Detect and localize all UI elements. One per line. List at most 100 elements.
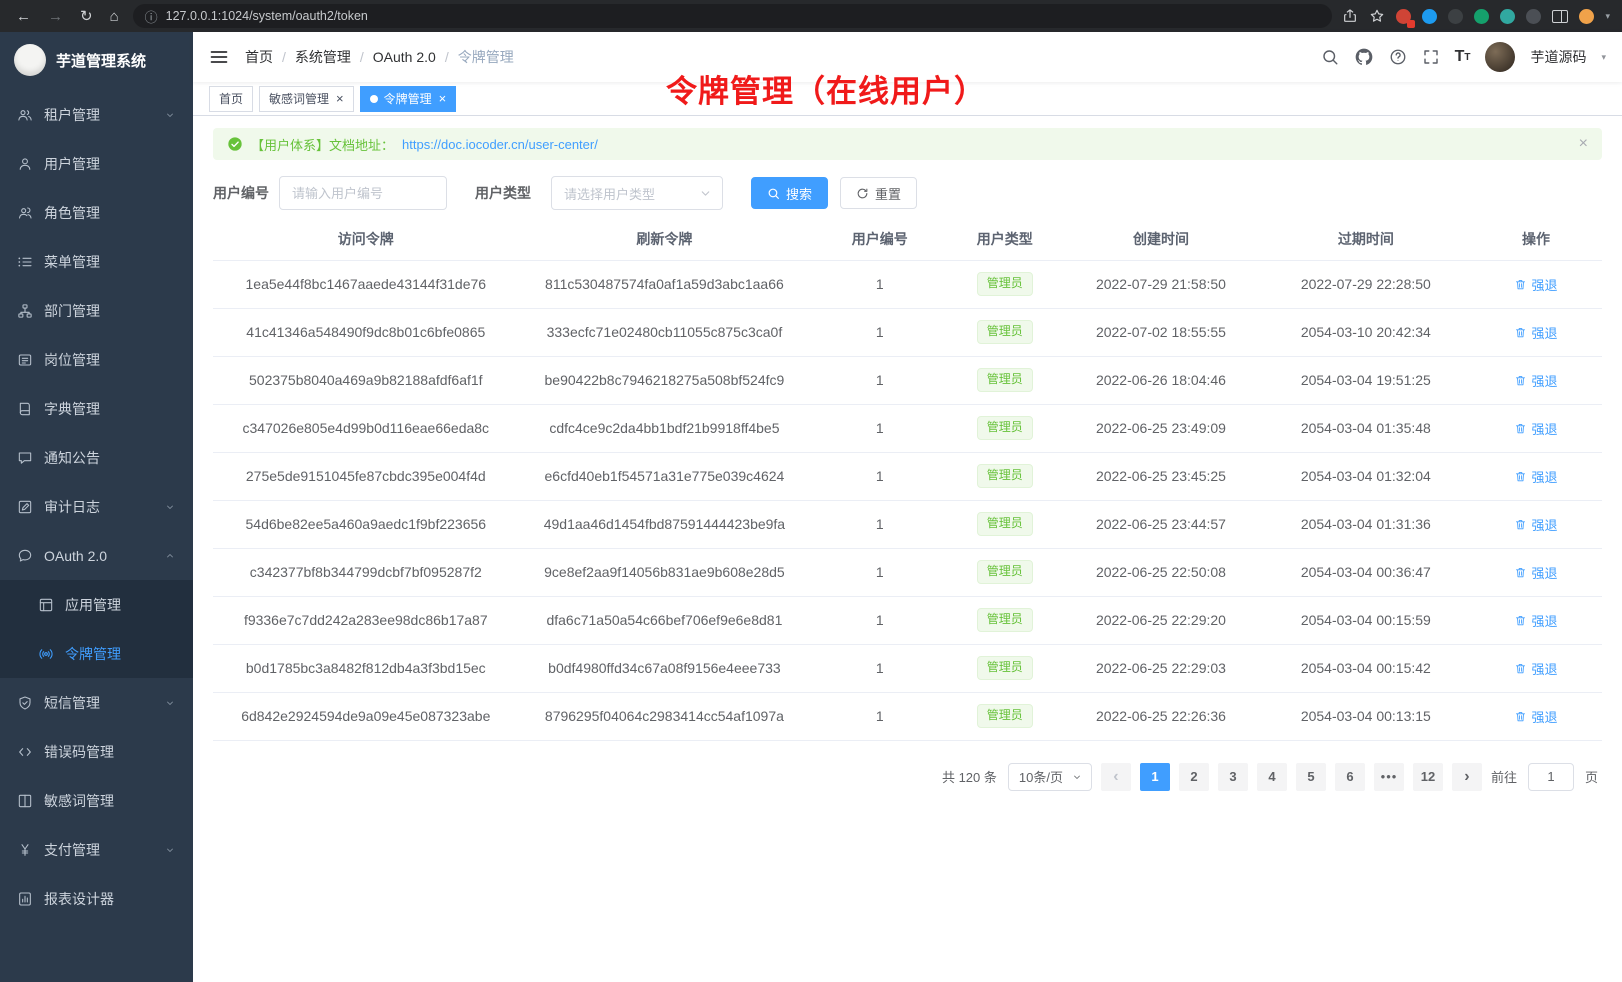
- breadcrumb-item-2[interactable]: OAuth 2.0: [373, 49, 436, 65]
- sidebar-item-11[interactable]: 令牌管理: [0, 629, 193, 678]
- sidebar-item-3[interactable]: 菜单管理: [0, 237, 193, 286]
- sidebar-item-10[interactable]: 应用管理: [0, 580, 193, 629]
- sidebar-item-6[interactable]: 字典管理: [0, 384, 193, 433]
- extension-icon-3[interactable]: [1448, 9, 1463, 24]
- extension-icon-4[interactable]: [1474, 9, 1489, 24]
- sidebar-item-12[interactable]: 短信管理: [0, 678, 193, 727]
- user-type-badge: 管理员: [977, 272, 1033, 296]
- breadcrumb-item-1[interactable]: 系统管理: [295, 47, 351, 67]
- sidebar-item-16[interactable]: 报表设计器: [0, 874, 193, 923]
- tab-close-icon[interactable]: ×: [335, 92, 344, 105]
- user-type-badge: 管理员: [977, 608, 1033, 632]
- force-logout-button[interactable]: 强退: [1514, 659, 1557, 678]
- extension-icon-5[interactable]: [1500, 9, 1515, 24]
- extension-icon-2[interactable]: [1422, 9, 1437, 24]
- sidebar-item-4[interactable]: 部门管理: [0, 286, 193, 335]
- user-id-cell: 1: [810, 308, 949, 356]
- sidebar-item-13[interactable]: 错误码管理: [0, 727, 193, 776]
- expire-time-cell: 2054-03-04 00:36:47: [1262, 548, 1470, 596]
- sidebar-item-14[interactable]: 敏感词管理: [0, 776, 193, 825]
- breadcrumb-item-3: 令牌管理: [458, 47, 514, 67]
- user-menu-caret-icon[interactable]: ▾: [1601, 52, 1606, 63]
- help-icon[interactable]: [1389, 48, 1407, 66]
- total-count: 共 120 条: [942, 767, 997, 786]
- user-id-input[interactable]: [279, 176, 447, 210]
- back-icon[interactable]: ←: [16, 9, 31, 24]
- font-size-icon[interactable]: TT: [1455, 48, 1471, 66]
- extension-icon-1[interactable]: [1396, 9, 1411, 24]
- user-type-select[interactable]: 请选择用户类型: [551, 176, 723, 210]
- search-button[interactable]: 搜索: [751, 177, 828, 209]
- role-icon: [17, 205, 33, 221]
- chevron-down-icon: [699, 187, 712, 200]
- tab-2[interactable]: 令牌管理×: [360, 86, 457, 112]
- alert-close-icon[interactable]: ×: [1579, 136, 1588, 152]
- alert-link[interactable]: https://doc.iocoder.cn/user-center/: [402, 137, 598, 152]
- page-button-6[interactable]: 6: [1335, 763, 1365, 791]
- profile-avatar-icon[interactable]: [1579, 9, 1594, 24]
- force-logout-button[interactable]: 强退: [1514, 323, 1557, 342]
- user-name[interactable]: 芋道源码: [1530, 47, 1586, 67]
- sidebar-item-9[interactable]: OAuth 2.0: [0, 531, 193, 580]
- force-logout-button[interactable]: 强退: [1514, 515, 1557, 534]
- sidebar-item-2[interactable]: 角色管理: [0, 188, 193, 237]
- user-id-cell: 1: [810, 260, 949, 308]
- sidebar-item-0[interactable]: 租户管理: [0, 90, 193, 139]
- force-logout-button[interactable]: 强退: [1514, 611, 1557, 630]
- browser-menu-caret-icon[interactable]: ▾: [1605, 11, 1610, 22]
- tab-1[interactable]: 敏感词管理×: [259, 86, 354, 112]
- token-table: 访问令牌刷新令牌用户编号用户类型创建时间过期时间操作 1ea5e44f8bc14…: [213, 218, 1602, 741]
- force-logout-button[interactable]: 强退: [1514, 275, 1557, 294]
- sidebar-item-8[interactable]: 审计日志: [0, 482, 193, 531]
- force-logout-button[interactable]: 强退: [1514, 371, 1557, 390]
- columns-icon: [17, 793, 33, 809]
- force-logout-button[interactable]: 强退: [1514, 563, 1557, 582]
- github-icon[interactable]: [1354, 47, 1374, 67]
- sidebar-item-7[interactable]: 通知公告: [0, 433, 193, 482]
- share-icon[interactable]: [1342, 8, 1358, 24]
- reload-icon[interactable]: ↻: [80, 9, 93, 24]
- next-page-button[interactable]: ›: [1452, 763, 1482, 791]
- sidebar-item-5[interactable]: 岗位管理: [0, 335, 193, 384]
- bookmark-star-icon[interactable]: [1369, 8, 1385, 24]
- breadcrumb-item-0[interactable]: 首页: [245, 47, 273, 67]
- sidebar-item-1[interactable]: 用户管理: [0, 139, 193, 188]
- page-button-1[interactable]: 1: [1140, 763, 1170, 791]
- user-type-badge: 管理员: [977, 416, 1033, 440]
- forward-icon[interactable]: →: [48, 9, 63, 24]
- search-icon[interactable]: [1321, 48, 1339, 66]
- page-button-5[interactable]: 5: [1296, 763, 1326, 791]
- reset-button[interactable]: 重置: [840, 177, 917, 209]
- actions-cell: 强退: [1470, 404, 1602, 452]
- sidebar-item-15[interactable]: 支付管理: [0, 825, 193, 874]
- pay-yen-icon: [17, 842, 33, 858]
- tab-0[interactable]: 首页: [209, 86, 253, 112]
- page-button-12[interactable]: 12: [1413, 763, 1443, 791]
- sidebar-toggle-icon[interactable]: [209, 47, 229, 67]
- logo[interactable]: 芋道管理系统: [0, 32, 193, 88]
- page-size-select[interactable]: 10条/页: [1008, 763, 1092, 791]
- created-time-cell: 2022-06-25 23:44:57: [1060, 500, 1261, 548]
- column-header-2: 用户编号: [810, 218, 949, 260]
- page-button-•••[interactable]: •••: [1374, 763, 1404, 791]
- user-avatar[interactable]: [1485, 42, 1515, 72]
- goto-page-input[interactable]: [1528, 763, 1574, 791]
- prev-page-button[interactable]: ‹: [1101, 763, 1131, 791]
- force-logout-button[interactable]: 强退: [1514, 419, 1557, 438]
- address-bar[interactable]: ⓘ 127.0.0.1:1024/system/oauth2/token: [133, 4, 1333, 28]
- force-logout-button[interactable]: 强退: [1514, 467, 1557, 486]
- tab-close-icon[interactable]: ×: [438, 92, 447, 105]
- breadcrumb-separator: /: [360, 49, 364, 65]
- fullscreen-icon[interactable]: [1422, 48, 1440, 66]
- page-button-2[interactable]: 2: [1179, 763, 1209, 791]
- site-info-icon[interactable]: ⓘ: [145, 7, 158, 26]
- token-signal-icon: [38, 646, 54, 662]
- home-icon[interactable]: ⌂: [110, 9, 119, 24]
- page-button-4[interactable]: 4: [1257, 763, 1287, 791]
- extension-icon-6[interactable]: [1526, 9, 1541, 24]
- page-button-3[interactable]: 3: [1218, 763, 1248, 791]
- side-panel-icon[interactable]: [1552, 10, 1568, 23]
- topbar-actions: TT 芋道源码 ▾: [1321, 42, 1606, 72]
- force-logout-button[interactable]: 强退: [1514, 707, 1557, 726]
- refresh-token-cell: cdfc4ce9c2da4bb1bdf21b9918ff4be5: [519, 404, 811, 452]
